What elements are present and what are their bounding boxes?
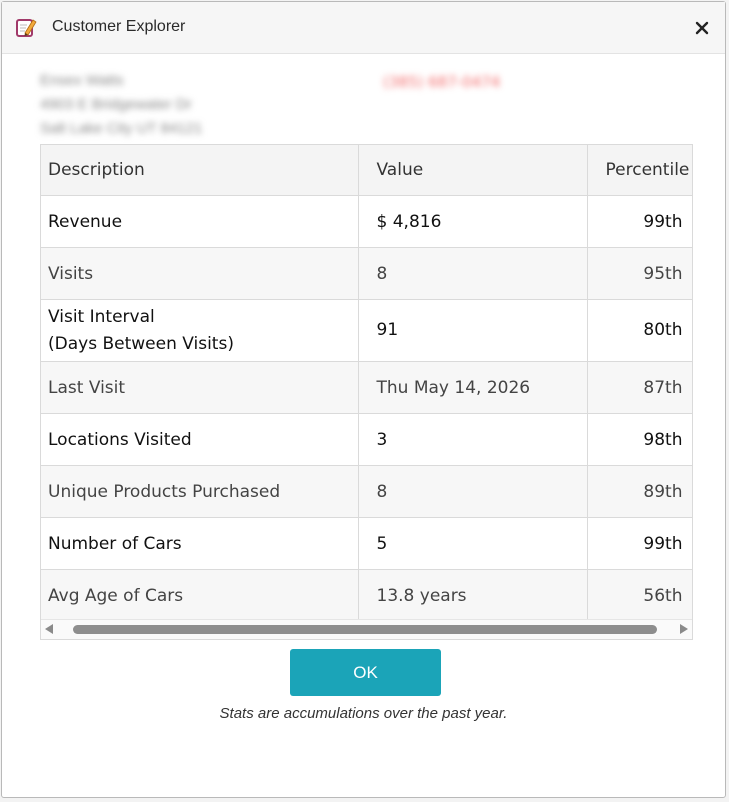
scroll-right-arrow-icon[interactable]	[680, 624, 688, 634]
row-value: Thu May 14, 2026	[358, 361, 588, 414]
table-row: Locations Visited 3 98th	[41, 413, 692, 466]
row-value: 5	[358, 517, 588, 570]
window-title: Customer Explorer	[52, 18, 186, 35]
stats-footnote: Stats are accumulations over the past ye…	[219, 705, 508, 722]
close-icon[interactable]	[693, 19, 711, 37]
row-description: Last Visit	[41, 361, 359, 414]
row-percentile: 99th	[587, 517, 692, 570]
notepad-pencil-icon	[16, 19, 37, 37]
scroll-left-arrow-icon[interactable]	[45, 624, 53, 634]
row-description: Locations Visited	[41, 413, 359, 466]
stats-table: Description Value Percentile Revenue $ 4…	[41, 145, 692, 622]
table-row: Visits 8 95th	[41, 247, 692, 300]
row-percentile: 89th	[587, 465, 692, 518]
table-row: Avg Age of Cars 13.8 years 56th	[41, 569, 692, 622]
customer-contact-info: Ensex Watts 4903 E Bridgewater Dr Salt L…	[40, 70, 540, 142]
row-value: 8	[358, 247, 588, 300]
row-description: Revenue	[41, 195, 359, 248]
row-description: Visit Interval (Days Between Visits)	[41, 299, 359, 362]
customer-name: Ensex Watts	[40, 72, 124, 89]
header-value: Value	[358, 145, 588, 196]
stats-table-container: Description Value Percentile Revenue $ 4…	[40, 144, 693, 640]
table-header-row: Description Value Percentile	[41, 145, 692, 196]
customer-address: 4903 E Bridgewater Dr	[40, 96, 192, 113]
row-percentile: 98th	[587, 413, 692, 466]
table-row: Visit Interval (Days Between Visits) 91 8…	[41, 299, 692, 362]
ok-button[interactable]: OK	[290, 649, 441, 696]
row-description-line1: Visit Interval	[48, 306, 155, 327]
row-percentile: 56th	[587, 569, 692, 622]
scrollbar-thumb[interactable]	[73, 625, 657, 634]
row-value: 3	[358, 413, 588, 466]
row-percentile: 80th	[587, 299, 692, 362]
customer-phone[interactable]: (385) 687-0474	[383, 73, 500, 91]
table-row: Last Visit Thu May 14, 2026 87th	[41, 361, 692, 414]
row-description: Avg Age of Cars	[41, 569, 359, 622]
table-row: Revenue $ 4,816 99th	[41, 195, 692, 248]
row-description-line2: (Days Between Visits)	[48, 333, 234, 354]
title-bar: Customer Explorer	[2, 2, 725, 54]
customer-city: Salt Lake City UT 84121	[40, 120, 203, 137]
table-row: Number of Cars 5 99th	[41, 517, 692, 570]
row-value: 91	[358, 299, 588, 362]
row-description: Unique Products Purchased	[41, 465, 359, 518]
row-description: Number of Cars	[41, 517, 359, 570]
row-description: Visits	[41, 247, 359, 300]
row-value: $ 4,816	[358, 195, 588, 248]
row-percentile: 99th	[587, 195, 692, 248]
row-percentile: 95th	[587, 247, 692, 300]
row-value: 8	[358, 465, 588, 518]
horizontal-scrollbar[interactable]	[41, 619, 692, 639]
table-row: Unique Products Purchased 8 89th	[41, 465, 692, 518]
row-percentile: 87th	[587, 361, 692, 414]
customer-explorer-dialog: Customer Explorer Ensex Watts 4903 E Bri…	[1, 1, 726, 798]
header-percentile: Percentile	[587, 145, 692, 196]
header-description: Description	[41, 145, 359, 196]
row-value: 13.8 years	[358, 569, 588, 622]
